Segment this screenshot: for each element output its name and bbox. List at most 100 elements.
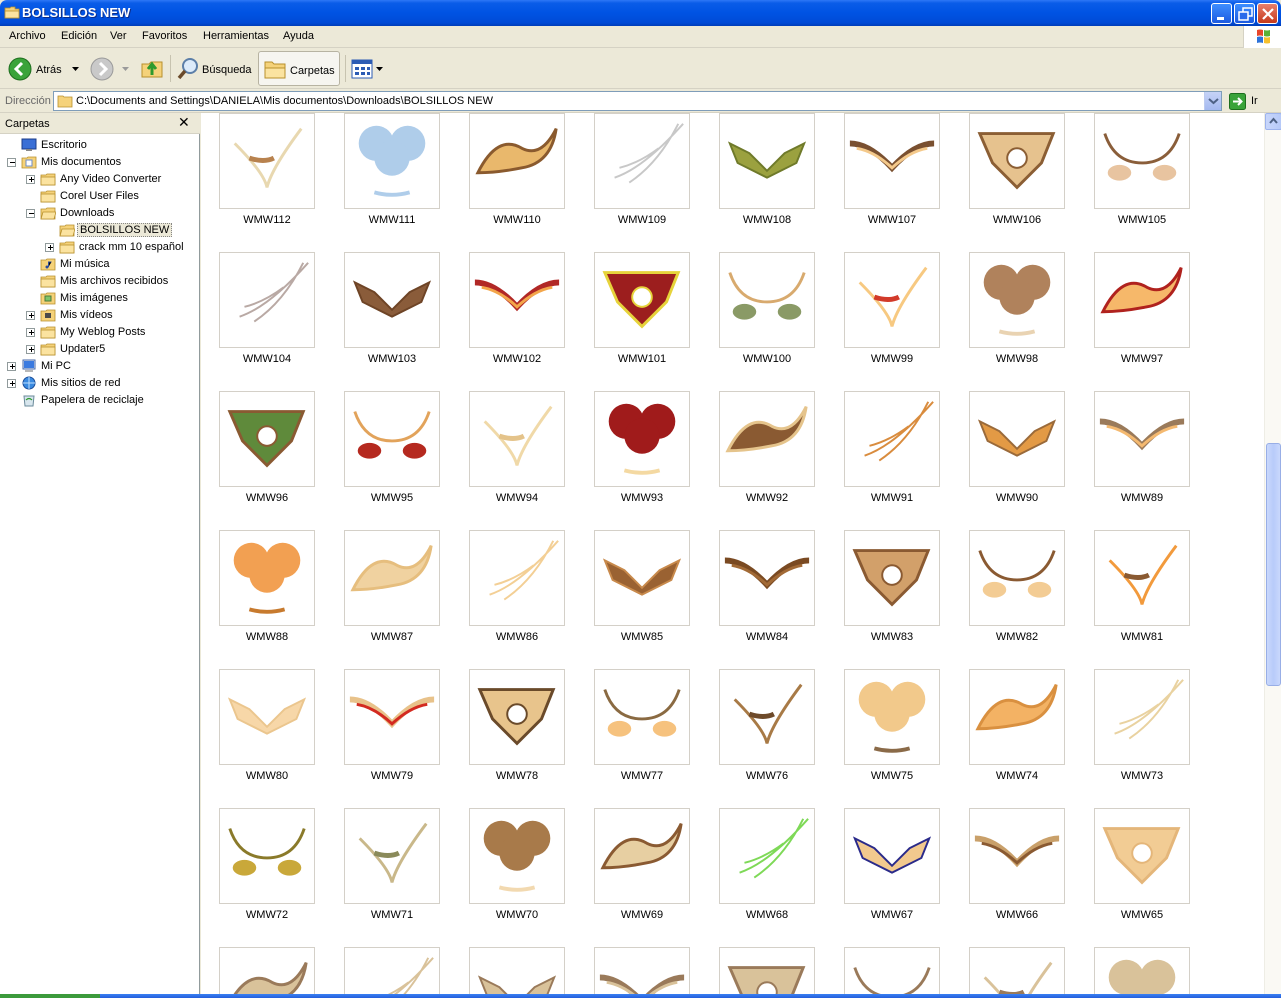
- file-name-label[interactable]: WMW73: [1082, 770, 1202, 782]
- file-thumbnail[interactable]: [594, 530, 690, 626]
- file-name-label[interactable]: WMW105: [1082, 214, 1202, 226]
- collapse-icon[interactable]: [26, 209, 35, 218]
- file-name-label[interactable]: WMW104: [207, 353, 327, 365]
- file-thumbnail[interactable]: [1094, 391, 1190, 487]
- back-button[interactable]: Atrás: [6, 51, 82, 86]
- file-name-label[interactable]: WMW102: [457, 353, 577, 365]
- file-name-label[interactable]: WMW112: [207, 214, 327, 226]
- file-name-label[interactable]: WMW107: [832, 214, 952, 226]
- file-thumbnail[interactable]: [1094, 530, 1190, 626]
- file-thumbnail[interactable]: [719, 113, 815, 209]
- file-name-label[interactable]: WMW93: [582, 492, 702, 504]
- file-name-label[interactable]: WMW78: [457, 770, 577, 782]
- file-thumbnail[interactable]: [219, 808, 315, 904]
- scroll-thumb[interactable]: [1266, 443, 1281, 686]
- file-thumbnail[interactable]: [969, 252, 1065, 348]
- file-name-label[interactable]: WMW92: [707, 492, 827, 504]
- file-name-label[interactable]: WMW80: [207, 770, 327, 782]
- expand-icon[interactable]: [26, 328, 35, 337]
- start-button[interactable]: [0, 994, 100, 998]
- file-thumbnail[interactable]: [469, 252, 565, 348]
- file-thumbnail[interactable]: [969, 113, 1065, 209]
- file-thumbnail[interactable]: [344, 113, 440, 209]
- file-name-label[interactable]: WMW71: [332, 909, 452, 921]
- file-thumbnail[interactable]: [344, 530, 440, 626]
- collapse-icon[interactable]: [7, 158, 16, 167]
- file-thumbnail[interactable]: [969, 530, 1065, 626]
- search-button[interactable]: Búsqueda: [174, 51, 254, 86]
- file-name-label[interactable]: WMW109: [582, 214, 702, 226]
- file-name-label[interactable]: WMW101: [582, 353, 702, 365]
- file-name-label[interactable]: WMW75: [832, 770, 952, 782]
- file-name-label[interactable]: WMW95: [332, 492, 452, 504]
- file-thumbnail[interactable]: [469, 808, 565, 904]
- go-button-label[interactable]: Ir: [1251, 95, 1258, 107]
- file-name-label[interactable]: WMW90: [957, 492, 1077, 504]
- file-name-label[interactable]: WMW69: [582, 909, 702, 921]
- file-thumbnail[interactable]: [344, 808, 440, 904]
- close-icon[interactable]: ✕: [178, 115, 190, 131]
- file-name-label[interactable]: WMW91: [832, 492, 952, 504]
- file-thumbnail[interactable]: [969, 391, 1065, 487]
- file-name-label[interactable]: WMW79: [332, 770, 452, 782]
- file-name-label[interactable]: WMW89: [1082, 492, 1202, 504]
- menu-favoritos[interactable]: Favoritos: [142, 30, 187, 42]
- file-name-label[interactable]: WMW77: [582, 770, 702, 782]
- file-name-label[interactable]: WMW83: [832, 631, 952, 643]
- file-thumbnail[interactable]: [344, 252, 440, 348]
- file-thumbnail[interactable]: [1094, 947, 1190, 998]
- file-thumbnail[interactable]: [844, 530, 940, 626]
- file-thumbnail[interactable]: [844, 669, 940, 765]
- file-name-label[interactable]: WMW103: [332, 353, 452, 365]
- expand-icon[interactable]: [45, 243, 54, 252]
- file-thumbnail[interactable]: [219, 391, 315, 487]
- up-folder-button[interactable]: [138, 51, 166, 86]
- file-thumbnail[interactable]: [1094, 669, 1190, 765]
- file-thumbnail[interactable]: [719, 530, 815, 626]
- address-dropdown-button[interactable]: [1204, 92, 1221, 110]
- file-name-label[interactable]: WMW84: [707, 631, 827, 643]
- address-field[interactable]: C:\Documents and Settings\DANIELA\Mis do…: [53, 91, 1222, 111]
- file-name-label[interactable]: WMW87: [332, 631, 452, 643]
- file-name-label[interactable]: WMW94: [457, 492, 577, 504]
- file-name-label[interactable]: WMW68: [707, 909, 827, 921]
- expand-icon[interactable]: [26, 175, 35, 184]
- file-thumbnail[interactable]: [219, 947, 315, 998]
- file-thumbnail[interactable]: [219, 669, 315, 765]
- file-name-label[interactable]: WMW74: [957, 770, 1077, 782]
- file-thumbnail[interactable]: [969, 947, 1065, 998]
- title-bar[interactable]: BOLSILLOS NEW: [0, 0, 1281, 26]
- file-thumbnail[interactable]: [469, 669, 565, 765]
- file-name-label[interactable]: WMW70: [457, 909, 577, 921]
- views-button[interactable]: [349, 51, 385, 86]
- expand-icon[interactable]: [26, 311, 35, 320]
- file-thumbnail[interactable]: [844, 391, 940, 487]
- close-button[interactable]: [1257, 3, 1278, 24]
- file-thumbnail[interactable]: [469, 530, 565, 626]
- vertical-scrollbar[interactable]: [1264, 113, 1281, 998]
- file-name-label[interactable]: WMW67: [832, 909, 952, 921]
- minimize-button[interactable]: [1211, 3, 1232, 24]
- menu-ayuda[interactable]: Ayuda: [283, 30, 314, 42]
- file-name-label[interactable]: WMW108: [707, 214, 827, 226]
- file-name-label[interactable]: WMW65: [1082, 909, 1202, 921]
- expand-icon[interactable]: [7, 362, 16, 371]
- file-name-label[interactable]: WMW97: [1082, 353, 1202, 365]
- file-thumbnail[interactable]: [594, 252, 690, 348]
- file-thumbnail[interactable]: [594, 808, 690, 904]
- file-thumbnail[interactable]: [1094, 113, 1190, 209]
- file-thumbnail[interactable]: [219, 113, 315, 209]
- file-name-label[interactable]: WMW110: [457, 214, 577, 226]
- file-thumbnail[interactable]: [844, 947, 940, 998]
- file-thumbnail[interactable]: [844, 252, 940, 348]
- file-thumbnail[interactable]: [344, 669, 440, 765]
- file-name-label[interactable]: WMW96: [207, 492, 327, 504]
- file-thumbnail[interactable]: [719, 669, 815, 765]
- file-name-label[interactable]: WMW98: [957, 353, 1077, 365]
- file-thumbnail[interactable]: [219, 530, 315, 626]
- file-name-label[interactable]: WMW76: [707, 770, 827, 782]
- menu-ver[interactable]: Ver: [110, 30, 127, 42]
- file-thumbnail[interactable]: [969, 808, 1065, 904]
- file-thumbnail[interactable]: [1094, 252, 1190, 348]
- file-name-label[interactable]: WMW111: [332, 214, 452, 226]
